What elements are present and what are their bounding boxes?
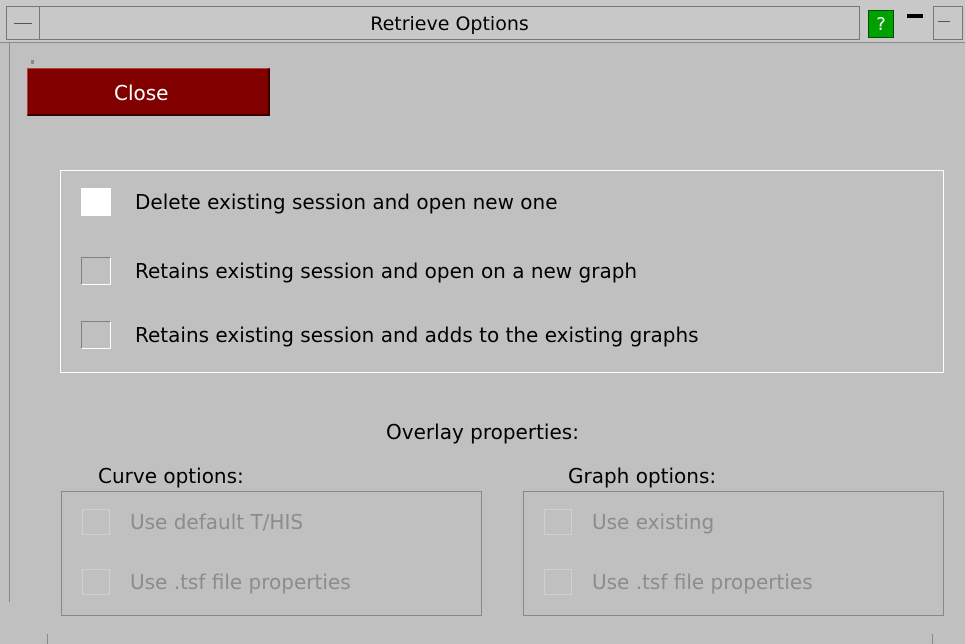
window-border-tick bbox=[932, 634, 933, 644]
graph-options-group: Graph options: Use existing Use .tsf fil… bbox=[523, 464, 944, 616]
option-checkbox bbox=[544, 509, 572, 535]
graph-options-legend: Graph options: bbox=[558, 464, 727, 488]
window-title: Retrieve Options bbox=[370, 13, 529, 35]
option-checkbox[interactable] bbox=[81, 188, 111, 216]
option-label: Delete existing session and open new one bbox=[135, 190, 558, 214]
option-label: Use default T/HIS bbox=[130, 510, 304, 534]
option-label: Retains existing session and open on a n… bbox=[135, 259, 638, 283]
window-border-tick bbox=[47, 634, 48, 644]
graph-option-tsf: Use .tsf file properties bbox=[544, 566, 813, 598]
option-checkbox bbox=[82, 509, 110, 535]
option-checkbox[interactable] bbox=[81, 257, 111, 285]
graph-option-existing: Use existing bbox=[544, 506, 714, 538]
option-checkbox bbox=[82, 569, 110, 595]
resize-marker bbox=[31, 60, 34, 64]
curve-options-group: Curve options: Use default T/HIS Use .ts… bbox=[61, 464, 482, 616]
help-button[interactable]: ? bbox=[868, 10, 894, 38]
option-label: Use .tsf file properties bbox=[592, 570, 813, 594]
window-border bbox=[9, 42, 10, 602]
overlay-properties-heading: Overlay properties: bbox=[386, 420, 579, 444]
option-retain-add-graphs[interactable]: Retains existing session and adds to the… bbox=[81, 318, 699, 352]
option-checkbox[interactable] bbox=[81, 321, 111, 349]
window-menu-button[interactable] bbox=[6, 6, 40, 40]
curve-option-default: Use default T/HIS bbox=[82, 506, 303, 538]
option-delete-session[interactable]: Delete existing session and open new one bbox=[81, 185, 558, 219]
minimize-button[interactable] bbox=[897, 10, 931, 38]
option-label: Use existing bbox=[592, 510, 715, 534]
title-area[interactable]: Retrieve Options bbox=[40, 6, 860, 40]
curve-options-legend: Curve options: bbox=[88, 464, 254, 488]
option-retain-new-graph[interactable]: Retains existing session and open on a n… bbox=[81, 254, 637, 288]
option-label: Retains existing session and adds to the… bbox=[135, 323, 699, 347]
curve-option-tsf: Use .tsf file properties bbox=[82, 566, 351, 598]
option-checkbox bbox=[544, 569, 572, 595]
option-label: Use .tsf file properties bbox=[130, 570, 351, 594]
session-options-group: Delete existing session and open new one… bbox=[60, 170, 944, 373]
maximize-button[interactable] bbox=[933, 6, 963, 40]
close-button[interactable]: Close bbox=[27, 68, 270, 116]
